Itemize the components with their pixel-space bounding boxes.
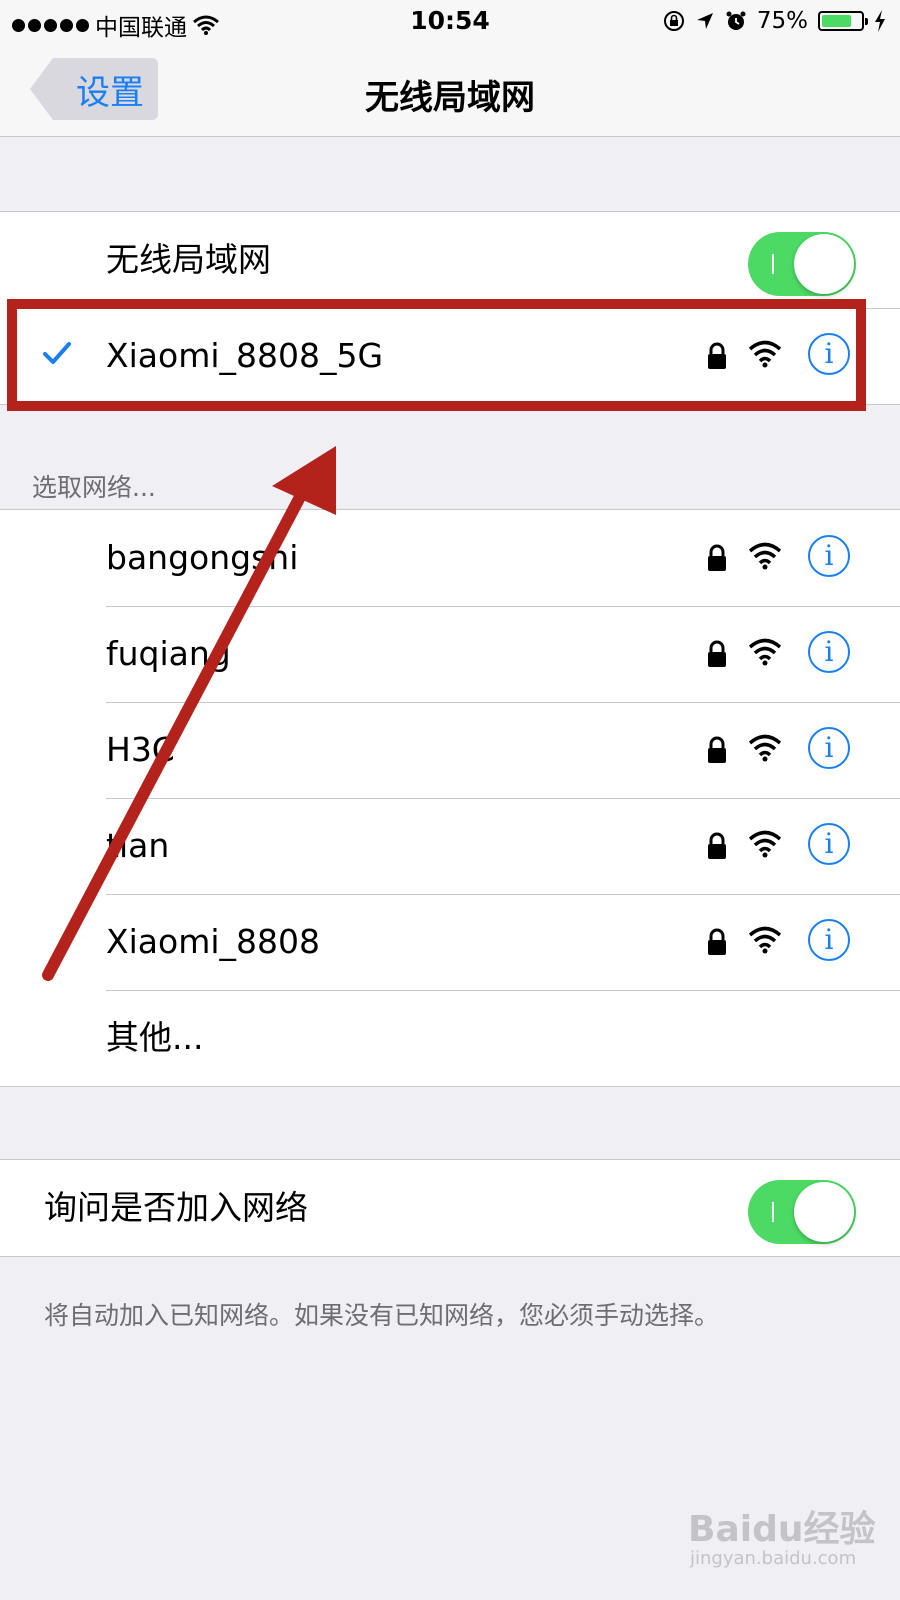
battery-fill bbox=[822, 15, 851, 27]
other-network-label: 其他... bbox=[106, 1018, 204, 1057]
connected-network-row[interactable]: Xiaomi_8808_5G i bbox=[0, 308, 900, 404]
wifi-signal-icon bbox=[748, 734, 782, 762]
ask-to-join-toggle[interactable] bbox=[748, 1180, 856, 1244]
info-icon[interactable]: i bbox=[808, 823, 850, 865]
wifi-signal-icon bbox=[748, 830, 782, 858]
toggle-on-mark bbox=[772, 254, 774, 274]
other-network-row[interactable]: 其他... bbox=[0, 990, 900, 1086]
lock-icon bbox=[708, 342, 726, 369]
toggle-knob bbox=[794, 1182, 854, 1242]
navigation-bar: 设置 无线局域网 bbox=[0, 44, 900, 137]
info-icon[interactable]: i bbox=[808, 631, 850, 673]
choose-network-header: 选取网络... bbox=[32, 473, 156, 502]
wifi-toggle-row: 无线局域网 bbox=[0, 212, 900, 308]
network-row[interactable]: H3C i bbox=[0, 702, 900, 798]
network-name: Xiaomi_8808 bbox=[106, 922, 320, 961]
ask-to-join-note: 将自动加入已知网络。如果没有已知网络，您必须手动选择。 bbox=[44, 1301, 720, 1330]
page-title: 无线局域网 bbox=[365, 78, 535, 118]
wifi-signal-icon bbox=[748, 340, 782, 368]
lock-icon bbox=[708, 544, 726, 571]
info-icon[interactable]: i bbox=[808, 333, 850, 375]
lock-icon bbox=[708, 736, 726, 763]
wifi-signal-icon bbox=[748, 542, 782, 570]
charging-icon bbox=[875, 10, 885, 32]
network-name: bangongshi bbox=[106, 538, 299, 577]
wifi-group: 无线局域网 Xiaomi_8808_5G i bbox=[0, 211, 900, 405]
wifi-toggle[interactable] bbox=[748, 232, 856, 296]
ask-to-join-row: 询问是否加入网络 bbox=[0, 1160, 900, 1256]
network-list: bangongshi i fuqiang i H3C i tian i Xiao… bbox=[0, 509, 900, 1087]
network-row[interactable]: fuqiang i bbox=[0, 606, 900, 702]
location-icon bbox=[696, 13, 713, 29]
info-icon[interactable]: i bbox=[808, 727, 850, 769]
ask-to-join-label: 询问是否加入网络 bbox=[44, 1188, 308, 1227]
network-name: tian bbox=[106, 826, 170, 865]
network-row[interactable]: bangongshi i bbox=[0, 510, 900, 606]
network-row[interactable]: tian i bbox=[0, 798, 900, 894]
battery-icon bbox=[818, 11, 868, 31]
info-icon[interactable]: i bbox=[808, 919, 850, 961]
alarm-icon bbox=[726, 11, 746, 30]
wifi-signal-icon bbox=[748, 638, 782, 666]
watermark-url: jingyan.baidu.com bbox=[690, 1548, 857, 1569]
watermark-logo: Baidu经验 bbox=[688, 1509, 876, 1550]
connected-network-name: Xiaomi_8808_5G bbox=[106, 336, 384, 375]
checkmark-icon bbox=[43, 342, 71, 364]
status-right: 75% bbox=[663, 8, 886, 34]
lock-icon bbox=[708, 832, 726, 859]
lock-icon bbox=[708, 928, 726, 955]
wifi-signal-icon bbox=[748, 926, 782, 954]
ask-to-join-group: 询问是否加入网络 bbox=[0, 1159, 900, 1257]
info-icon[interactable]: i bbox=[808, 535, 850, 577]
lock-icon bbox=[708, 640, 726, 667]
network-row[interactable]: Xiaomi_8808 i bbox=[0, 894, 900, 990]
network-name: H3C bbox=[106, 730, 175, 769]
status-bar: 中国联通 10:54 75% bbox=[0, 0, 900, 44]
network-name: fuqiang bbox=[106, 634, 231, 673]
orientation-lock-icon bbox=[663, 11, 684, 31]
battery-percent: 75% bbox=[756, 8, 808, 34]
toggle-on-mark bbox=[772, 1202, 774, 1222]
wifi-toggle-label: 无线局域网 bbox=[106, 240, 271, 279]
toggle-knob bbox=[794, 234, 854, 294]
